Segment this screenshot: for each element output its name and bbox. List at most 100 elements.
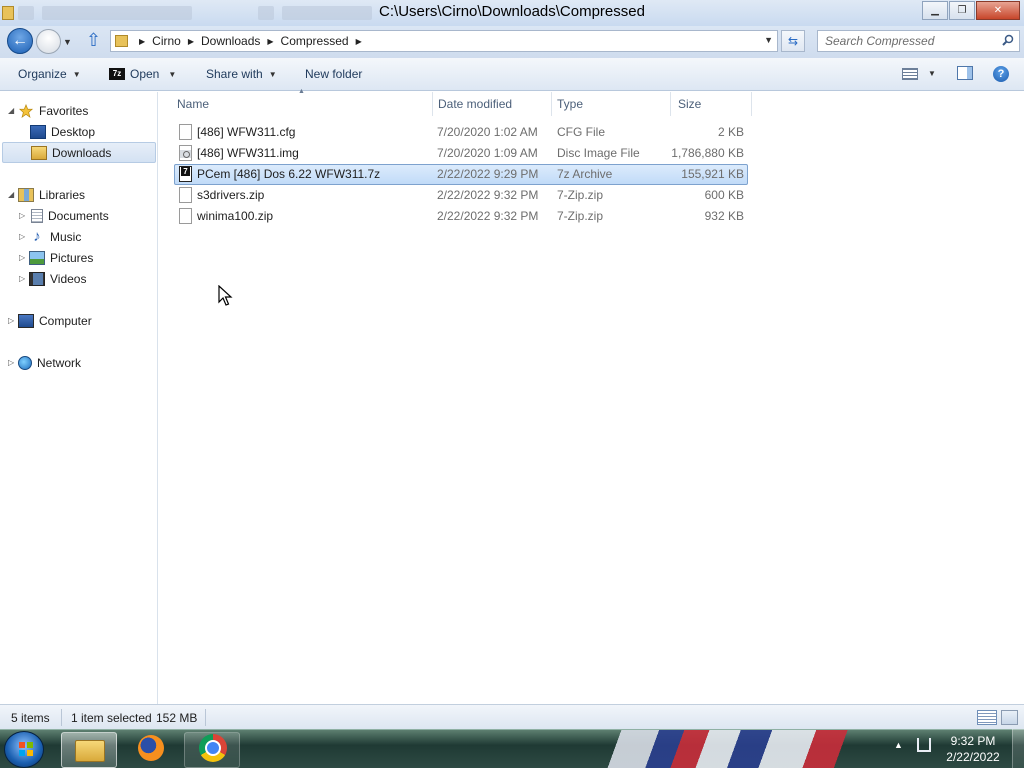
breadcrumb-item-downloads[interactable]: Downloads xyxy=(201,34,260,48)
window-title: C:\Users\Cirno\Downloads\Compressed xyxy=(379,3,645,20)
column-divider[interactable] xyxy=(751,92,752,116)
file-row-selected[interactable]: PCem [486] Dos 6.22 WFW311.7z 2/22/2022 … xyxy=(174,164,748,185)
nav-label: Videos xyxy=(50,271,87,286)
new-folder-button[interactable]: New folder xyxy=(305,67,362,81)
expand-triangle-icon[interactable]: ▷ xyxy=(19,211,29,220)
nav-item-libraries[interactable]: ◢ Libraries xyxy=(8,184,85,205)
file-row[interactable]: s3drivers.zip 2/22/2022 9:32 PM 7-Zip.zi… xyxy=(174,185,748,206)
expand-triangle-icon[interactable]: ▷ xyxy=(19,253,29,262)
column-header-type[interactable]: Type xyxy=(552,92,670,116)
file-size: 1,786,880 KB xyxy=(671,146,744,160)
column-header-size[interactable]: Size xyxy=(673,92,751,116)
generic-file-icon xyxy=(179,187,192,203)
minimize-button[interactable]: ▁ xyxy=(922,1,948,20)
chevron-down-icon[interactable]: ▼ xyxy=(168,70,176,79)
chevron-right-icon[interactable]: ▶ xyxy=(139,37,145,46)
file-date: 7/20/2020 1:02 AM xyxy=(437,125,538,139)
navigation-pane: ◢ Favorites Desktop Downloads ◢ Librarie… xyxy=(0,92,158,704)
back-button[interactable]: ← xyxy=(7,28,33,54)
nav-item-music[interactable]: ▷ ♪ Music xyxy=(19,226,81,247)
nav-label: Libraries xyxy=(39,187,86,202)
title-bar: C:\Users\Cirno\Downloads\Compressed ▁ ❐ … xyxy=(0,0,1024,26)
address-history-dropdown[interactable]: ▼ xyxy=(764,35,773,45)
help-icon[interactable]: ? xyxy=(993,66,1009,82)
taskbar-explorer[interactable] xyxy=(61,732,117,768)
nav-label: Network xyxy=(37,355,82,370)
film-icon xyxy=(29,271,45,286)
nav-item-videos[interactable]: ▷ Videos xyxy=(19,268,86,289)
nav-item-desktop[interactable]: Desktop xyxy=(30,121,95,142)
status-bar: 5 items 1 item selected 152 MB xyxy=(0,704,1024,729)
address-bar[interactable]: ▶ Cirno ▶ Downloads ▶ Compressed ▶ ▼ xyxy=(110,30,778,52)
file-date: 2/22/2022 9:29 PM xyxy=(437,167,539,181)
nav-item-network[interactable]: ▷ Network xyxy=(8,352,81,373)
file-type: CFG File xyxy=(557,125,605,139)
nav-item-documents[interactable]: ▷ Documents xyxy=(19,205,109,226)
pictures-icon xyxy=(29,250,45,265)
expand-triangle-icon[interactable]: ▷ xyxy=(8,316,18,325)
expand-triangle-icon[interactable]: ▷ xyxy=(8,358,18,367)
change-view-icon[interactable] xyxy=(902,68,918,80)
chevron-right-icon[interactable]: ▶ xyxy=(356,37,362,46)
status-divider xyxy=(61,709,62,726)
expand-triangle-icon[interactable]: ▷ xyxy=(19,232,29,241)
expand-triangle-icon[interactable]: ▷ xyxy=(19,274,29,283)
expand-triangle-icon[interactable]: ◢ xyxy=(8,106,18,115)
chrome-icon[interactable] xyxy=(199,734,227,762)
item-count: 5 items xyxy=(11,711,50,725)
open-button[interactable]: 7z Open ▼ xyxy=(109,67,176,81)
refresh-icon[interactable]: ⇆ xyxy=(781,30,805,52)
libraries-icon xyxy=(18,187,34,202)
recent-pages-dropdown[interactable]: ▼ xyxy=(63,37,72,47)
chevron-down-icon: ▼ xyxy=(72,69,81,79)
organize-button[interactable]: Organize ▼ xyxy=(18,67,81,81)
column-divider[interactable] xyxy=(670,92,671,116)
nav-item-favorites[interactable]: ◢ Favorites xyxy=(8,100,88,121)
generic-file-icon xyxy=(179,208,192,224)
nav-label: Desktop xyxy=(51,124,96,139)
firefox-icon[interactable] xyxy=(138,735,164,761)
column-header-name[interactable]: Name xyxy=(172,92,432,116)
network-tray-icon[interactable] xyxy=(917,738,931,752)
disc-image-icon xyxy=(179,145,192,161)
file-name: PCem [486] Dos 6.22 WFW311.7z xyxy=(197,167,381,181)
large-icons-view-icon[interactable] xyxy=(1001,710,1018,725)
nav-item-computer[interactable]: ▷ Computer xyxy=(8,310,92,331)
search-box[interactable] xyxy=(817,30,1020,52)
nav-item-downloads[interactable]: Downloads xyxy=(2,142,156,163)
file-row[interactable]: [486] WFW311.img 7/20/2020 1:09 AM Disc … xyxy=(174,143,748,164)
view-options-dropdown[interactable]: ▼ xyxy=(928,69,936,78)
details-view-icon[interactable] xyxy=(977,710,997,725)
file-name: [486] WFW311.img xyxy=(197,146,299,160)
show-hidden-icons-icon[interactable]: ▲ xyxy=(894,740,903,750)
column-header-date[interactable]: Date modified xyxy=(433,92,551,116)
breadcrumb-item-compressed[interactable]: Compressed xyxy=(281,34,349,48)
computer-icon xyxy=(18,313,34,328)
search-icon[interactable] xyxy=(1002,34,1014,46)
breadcrumb-item-cirno[interactable]: Cirno xyxy=(152,34,181,48)
start-button[interactable] xyxy=(4,731,44,768)
forward-button[interactable] xyxy=(36,29,61,54)
show-desktop-button[interactable] xyxy=(1012,729,1024,768)
file-row[interactable]: winima100.zip 2/22/2022 9:32 PM 7-Zip.zi… xyxy=(174,206,748,227)
file-row[interactable]: [486] WFW311.cfg 7/20/2020 1:02 AM CFG F… xyxy=(174,122,748,143)
file-size: 2 KB xyxy=(717,125,744,139)
preview-pane-icon[interactable] xyxy=(957,66,973,80)
downloads-folder-icon xyxy=(31,145,47,160)
file-date: 2/22/2022 9:32 PM xyxy=(437,209,539,223)
nav-item-pictures[interactable]: ▷ Pictures xyxy=(19,247,93,268)
chevron-right-icon[interactable]: ▶ xyxy=(188,37,194,46)
breadcrumb: ▶ Cirno ▶ Downloads ▶ Compressed ▶ xyxy=(135,34,369,48)
search-input[interactable] xyxy=(818,31,998,51)
share-with-button[interactable]: Share with ▼ xyxy=(206,67,277,81)
system-clock[interactable]: 9:32 PM 2/22/2022 xyxy=(940,733,1006,765)
close-button[interactable]: ✕ xyxy=(976,1,1020,20)
open-label: Open xyxy=(130,67,160,81)
status-divider xyxy=(205,709,206,726)
chevron-right-icon[interactable]: ▶ xyxy=(267,37,273,46)
expand-triangle-icon[interactable]: ◢ xyxy=(8,190,18,199)
folder-icon xyxy=(75,740,105,762)
star-icon xyxy=(18,103,34,118)
maximize-button[interactable]: ❐ xyxy=(949,1,975,20)
up-arrow-icon[interactable]: ⇧ xyxy=(86,30,101,51)
